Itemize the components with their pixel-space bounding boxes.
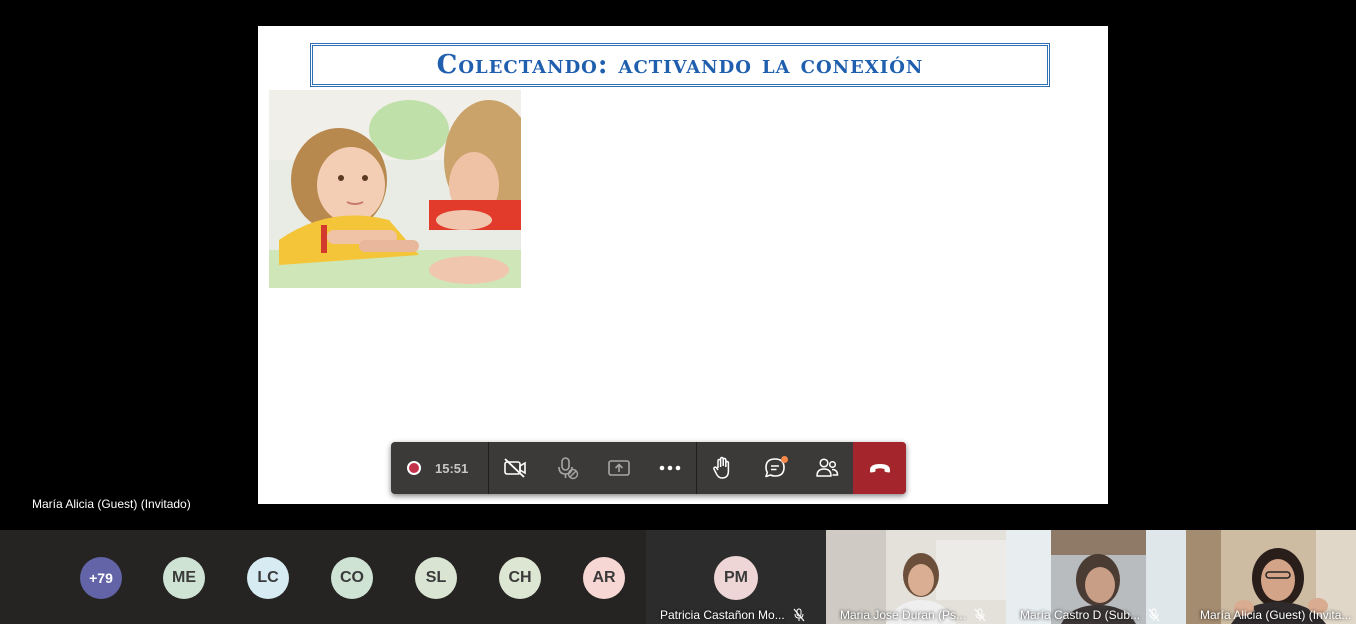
leave-call-button[interactable] xyxy=(853,442,906,494)
slide-title-frame: Colectando: activando la conexión xyxy=(310,43,1050,87)
participant-avatar[interactable]: CO xyxy=(331,557,373,599)
participant-tile[interactable]: PM Patricia Castañon Mo... xyxy=(646,530,826,624)
slide-photo xyxy=(269,90,521,288)
participants-strip: +79 ME LC CO SL CH AR PM Patricia Castañ… xyxy=(0,530,1356,624)
participant-name-label: María Castro D (Sub... xyxy=(1020,608,1160,622)
participant-avatar[interactable]: ME xyxy=(163,557,205,599)
slide-title: Colectando: activando la conexión xyxy=(436,50,924,80)
share-screen-button[interactable] xyxy=(593,442,645,494)
raise-hand-icon xyxy=(713,456,730,479)
shared-slide: Colectando: activando la conexión xyxy=(258,26,1108,504)
more-participants-button[interactable]: +79 xyxy=(80,557,122,599)
participant-avatar[interactable]: CH xyxy=(499,557,541,599)
participant-name: Maria Jose Duran (Ps... xyxy=(840,608,967,622)
chat-button[interactable] xyxy=(749,442,801,494)
mic-toggle-button[interactable] xyxy=(541,442,593,494)
participant-video-tile[interactable]: María Castro D (Sub... xyxy=(1006,530,1186,624)
record-icon xyxy=(407,461,421,475)
participant-name-label: Patricia Castañon Mo... xyxy=(660,608,805,622)
mic-disabled-icon xyxy=(557,457,578,480)
participant-video-tile[interactable]: María Alicia (Guest) (Invita... xyxy=(1186,530,1356,624)
recording-indicator: 15:51 xyxy=(391,442,489,494)
more-dots-icon xyxy=(660,465,681,471)
mic-off-icon xyxy=(974,608,986,622)
participant-avatar[interactable]: LC xyxy=(247,557,289,599)
participants-button[interactable] xyxy=(801,442,853,494)
participant-avatar: PM xyxy=(714,556,758,600)
participant-avatar[interactable]: SL xyxy=(415,557,457,599)
camera-toggle-button[interactable] xyxy=(489,442,541,494)
hang-up-icon xyxy=(869,464,890,473)
meeting-controls: 15:51 xyxy=(391,442,906,494)
camera-off-icon xyxy=(503,458,526,478)
mic-off-icon xyxy=(793,608,805,622)
people-icon xyxy=(816,458,839,477)
participant-video-tile[interactable]: Maria Jose Duran (Ps... xyxy=(826,530,1006,624)
more-actions-button[interactable] xyxy=(645,442,697,494)
participant-name-label: María Alicia (Guest) (Invita... xyxy=(1200,608,1351,622)
participant-name: María Castro D (Sub... xyxy=(1020,608,1141,622)
mic-off-icon xyxy=(1148,608,1160,622)
participant-avatar[interactable]: AR xyxy=(583,557,625,599)
participant-name-label: Maria Jose Duran (Ps... xyxy=(840,608,986,622)
participant-name: Patricia Castañon Mo... xyxy=(660,608,785,622)
presenter-name: María Alicia (Guest) (Invitado) xyxy=(32,497,191,511)
share-tray-icon xyxy=(607,460,630,476)
meeting-timer: 15:51 xyxy=(435,460,469,476)
participant-name: María Alicia (Guest) (Invita... xyxy=(1200,608,1352,622)
raise-hand-button[interactable] xyxy=(696,442,749,494)
